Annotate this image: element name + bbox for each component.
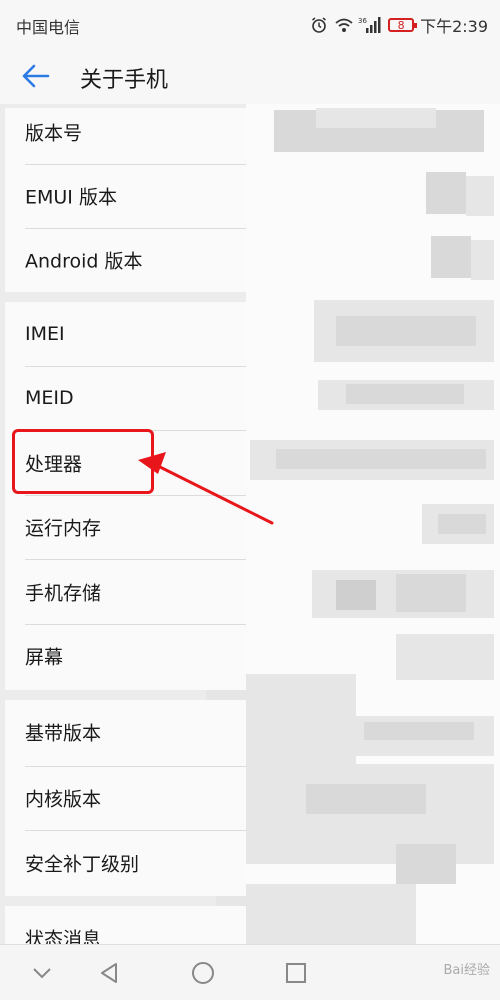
list-item-label: IMEI xyxy=(25,323,65,345)
list-item-label: 运行内存 xyxy=(25,517,102,540)
carrier-name: 中国电信 xyxy=(16,18,81,37)
clock: 下午2:39 xyxy=(420,17,488,36)
system-nav-bar: Bai经验 xyxy=(0,944,500,1000)
back-triangle-icon[interactable] xyxy=(96,959,124,987)
list-item[interactable]: 运行内存 xyxy=(5,495,246,559)
list-item-label: 状态消息 xyxy=(25,928,102,945)
list-item-label: MEID xyxy=(25,387,74,409)
settings-list: 版本号 EMUI 版本 Android 版本 IMEI MEID 处理器 运行内… xyxy=(0,104,500,944)
list-item[interactable]: 内核版本 xyxy=(5,766,246,830)
list-item[interactable]: EMUI 版本 xyxy=(5,164,246,228)
wifi-icon xyxy=(334,16,353,34)
list-item-label: 安全补丁级别 xyxy=(25,853,140,876)
list-item[interactable]: IMEI xyxy=(5,302,246,366)
list-item[interactable]: 版本号 xyxy=(5,104,246,164)
watermark: Bai经验 xyxy=(443,963,491,978)
home-circle-icon[interactable] xyxy=(189,959,217,987)
battery-icon: 8 xyxy=(388,18,418,32)
settings-group-4: 状态消息 xyxy=(5,906,246,944)
list-item[interactable]: 安全补丁级别 xyxy=(5,831,246,895)
app-header: 关于手机 xyxy=(0,46,500,104)
list-item-label: Android 版本 xyxy=(25,250,143,273)
list-item[interactable]: Android 版本 xyxy=(5,228,246,292)
back-button[interactable] xyxy=(18,60,58,92)
highlight-box xyxy=(12,429,154,494)
page-title: 关于手机 xyxy=(80,68,169,93)
list-item[interactable]: 手机存储 xyxy=(5,560,246,624)
recents-square-icon[interactable] xyxy=(282,959,310,987)
list-item-label: 版本号 xyxy=(25,122,83,145)
settings-group-3: 基带版本 内核版本 安全补丁级别 xyxy=(5,700,246,896)
back-arrow-icon xyxy=(22,64,50,88)
list-item-label: 手机存储 xyxy=(25,582,102,605)
list-item-label: 屏幕 xyxy=(25,646,64,669)
network-type: 36 xyxy=(358,17,367,25)
list-item[interactable]: 基带版本 xyxy=(5,700,246,764)
signal-icon: 36 xyxy=(358,16,382,34)
battery-level: 8 xyxy=(397,18,405,32)
list-item[interactable]: 状态消息 xyxy=(5,906,246,945)
settings-group-2: IMEI MEID 处理器 运行内存 手机存储 屏幕 xyxy=(5,302,246,690)
chevron-down-icon[interactable] xyxy=(28,959,56,987)
list-item[interactable]: MEID xyxy=(5,366,246,430)
settings-group-1: 版本号 EMUI 版本 Android 版本 xyxy=(5,108,246,292)
list-item[interactable]: 屏幕 xyxy=(5,624,246,688)
status-bar: 中国电信 36 8 下午2:39 xyxy=(0,0,500,46)
list-item-label: EMUI 版本 xyxy=(25,186,117,209)
list-item-label: 基带版本 xyxy=(25,722,102,745)
list-item-label: 内核版本 xyxy=(25,788,102,811)
status-icons: 36 8 下午2:39 xyxy=(310,13,488,37)
alarm-icon xyxy=(310,16,328,34)
